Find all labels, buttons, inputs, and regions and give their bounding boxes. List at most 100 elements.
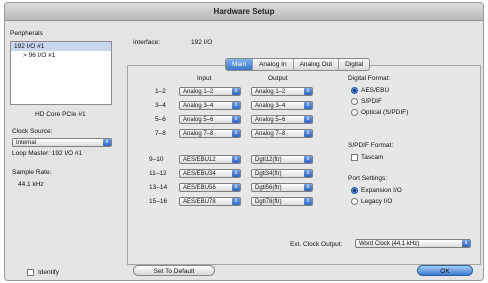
input-value: Analog 7–8 xyxy=(183,131,214,137)
chevron-updown-icon: ⇕ xyxy=(232,156,240,163)
chevron-updown-icon: ⇕ xyxy=(304,184,312,191)
output-select[interactable]: Dgtl34(ftr) ⇕ xyxy=(251,169,313,178)
channel-label: 1–2 xyxy=(155,88,166,95)
input-select[interactable]: AES/EBU34 ⇕ xyxy=(179,169,241,178)
input-select[interactable]: Analog 5–6 ⇕ xyxy=(179,115,241,124)
peripheral-item-192io[interactable]: 192 I/O #1 xyxy=(11,42,111,51)
spdif-format-heading: S/PDIF Format: xyxy=(348,142,394,149)
peripherals-list: 192 I/O #1 > 96 I/O #1 xyxy=(10,41,112,105)
clock-source-value: Internal xyxy=(16,140,37,146)
channel-label: 9–10 xyxy=(149,156,164,163)
clock-source-select[interactable]: Internal ⇕ xyxy=(12,138,112,147)
input-select[interactable]: Analog 3–4 ⇕ xyxy=(179,101,241,110)
output-value: Analog 1–2 xyxy=(255,89,286,95)
output-value: Analog 5–6 xyxy=(255,117,286,123)
peripherals-heading: Peripherals xyxy=(10,30,43,37)
ext-clock-label: Ext. Clock Output: xyxy=(290,241,343,248)
input-column-header: Input xyxy=(197,75,212,82)
ext-clock-value: Word Clock (44.1 kHz) xyxy=(359,241,420,247)
input-value: AES/EBU34 xyxy=(183,171,216,177)
identify-label: Identify xyxy=(38,269,59,276)
input-select[interactable]: AES/EBU12 ⇕ xyxy=(179,155,241,164)
chevron-updown-icon: ⇕ xyxy=(304,116,312,123)
output-select[interactable]: Dgtl56(ftr) ⇕ xyxy=(251,183,313,192)
port-legacy-radio[interactable] xyxy=(351,198,358,205)
digital-format-optical-radio[interactable] xyxy=(351,109,358,116)
ext-clock-select[interactable]: Word Clock (44.1 kHz) ⇕ xyxy=(355,239,471,248)
chevron-updown-icon: ⇕ xyxy=(232,88,240,95)
digital-format-spdif-label: S/PDIF xyxy=(361,98,382,105)
digital-format-aes-radio[interactable] xyxy=(351,87,358,94)
channel-label: 15–16 xyxy=(149,198,168,205)
chevron-updown-icon: ⇕ xyxy=(304,102,312,109)
tascam-label: Tascam xyxy=(361,154,384,161)
channel-label: 3–4 xyxy=(155,102,166,109)
output-select[interactable]: Analog 5–6 ⇕ xyxy=(251,115,313,124)
channel-label: 7–8 xyxy=(155,130,166,137)
input-value: AES/EBU12 xyxy=(183,157,216,163)
chevron-updown-icon: ⇕ xyxy=(304,170,312,177)
output-value: Dgtl56(ftr) xyxy=(255,185,282,191)
port-settings-heading: Port Settings: xyxy=(348,175,388,182)
output-select[interactable]: Analog 1–2 ⇕ xyxy=(251,87,313,96)
input-select[interactable]: AES/EBU56 ⇕ xyxy=(179,183,241,192)
tab-main[interactable]: Main xyxy=(226,59,254,70)
interface-label: Interface: xyxy=(133,39,161,46)
tascam-checkbox[interactable] xyxy=(351,154,358,161)
input-value: Analog 3–4 xyxy=(183,103,214,109)
output-value: Analog 7–8 xyxy=(255,131,286,137)
identify-checkbox[interactable] xyxy=(27,269,34,276)
input-value: Analog 5–6 xyxy=(183,117,214,123)
sample-rate-heading: Sample Rate: xyxy=(12,169,52,176)
tab-analog-in[interactable]: Analog In xyxy=(253,59,294,70)
tab-bar: Main Analog In Analog Out Digital xyxy=(225,58,371,71)
core-card-label: HD Core PCIe #1 xyxy=(35,111,86,118)
input-select[interactable]: Analog 7–8 ⇕ xyxy=(179,129,241,138)
tab-analog-out[interactable]: Analog Out xyxy=(294,59,340,70)
clock-source-heading: Clock Source: xyxy=(12,128,53,135)
chevron-updown-icon: ⇕ xyxy=(232,198,240,205)
chevron-updown-icon: ⇕ xyxy=(232,184,240,191)
output-select[interactable]: Analog 3–4 ⇕ xyxy=(251,101,313,110)
digital-format-optical-label: Optical (S/PDIF) xyxy=(361,109,409,116)
digital-format-heading: Digital Format: xyxy=(348,75,391,82)
chevron-updown-icon: ⇕ xyxy=(304,156,312,163)
output-column-header: Output xyxy=(268,75,288,82)
channel-label: 5–6 xyxy=(155,116,166,123)
input-select[interactable]: AES/EBU78 ⇕ xyxy=(179,197,241,206)
peripheral-item-96io[interactable]: > 96 I/O #1 xyxy=(11,51,111,60)
input-select[interactable]: Analog 1–2 ⇕ xyxy=(179,87,241,96)
chevron-updown-icon: ⇕ xyxy=(304,198,312,205)
output-select[interactable]: Dgtl12(ftr) ⇕ xyxy=(251,155,313,164)
output-value: Dgtl34(ftr) xyxy=(255,171,282,177)
port-legacy-label: Legacy I/O xyxy=(361,198,393,205)
window-title: Hardware Setup xyxy=(5,3,483,21)
input-value: AES/EBU78 xyxy=(183,199,216,205)
chevron-updown-icon: ⇕ xyxy=(103,139,111,146)
output-value: Analog 3–4 xyxy=(255,103,286,109)
tab-digital[interactable]: Digital xyxy=(339,59,369,70)
output-select[interactable]: Analog 7–8 ⇕ xyxy=(251,129,313,138)
hardware-setup-window: Hardware Setup Peripherals 192 I/O #1 > … xyxy=(4,2,484,281)
input-value: Analog 1–2 xyxy=(183,89,214,95)
loop-master-label: Loop Master: 192 I/O #1 xyxy=(12,150,83,157)
set-to-default-button[interactable]: Set To Default xyxy=(133,265,215,276)
chevron-updown-icon: ⇕ xyxy=(462,240,470,247)
channel-label: 11–12 xyxy=(149,170,167,177)
output-select[interactable]: Dgtl78(ftr) ⇕ xyxy=(251,197,313,206)
port-expansion-label: Expansion I/O xyxy=(361,187,402,194)
chevron-updown-icon: ⇕ xyxy=(304,88,312,95)
output-value: Dgtl12(ftr) xyxy=(255,157,282,163)
ok-button[interactable]: OK xyxy=(417,265,473,276)
chevron-updown-icon: ⇕ xyxy=(304,130,312,137)
digital-format-aes-label: AES/EBU xyxy=(361,87,390,94)
port-expansion-radio[interactable] xyxy=(351,187,358,194)
chevron-updown-icon: ⇕ xyxy=(232,130,240,137)
chevron-updown-icon: ⇕ xyxy=(232,116,240,123)
digital-format-spdif-radio[interactable] xyxy=(351,98,358,105)
interface-value: 192 I/O xyxy=(191,39,213,46)
chevron-updown-icon: ⇕ xyxy=(232,102,240,109)
chevron-updown-icon: ⇕ xyxy=(232,170,240,177)
output-value: Dgtl78(ftr) xyxy=(255,199,282,205)
sample-rate-value: 44.1 kHz xyxy=(18,181,44,188)
